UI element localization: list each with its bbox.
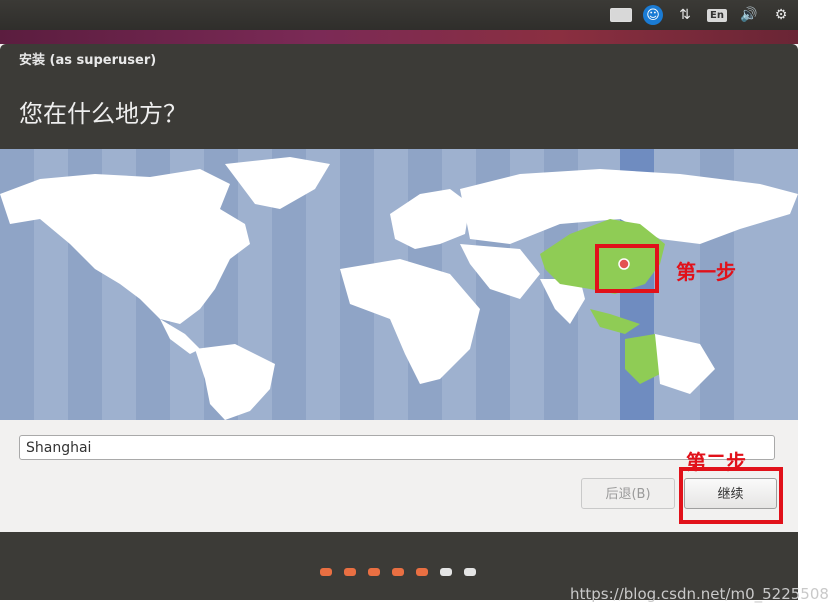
central-america	[160, 319, 200, 354]
north-america	[0, 169, 250, 324]
location-input[interactable]: Shanghai	[19, 435, 775, 460]
progress-dots	[320, 568, 476, 576]
language-indicator[interactable]: En	[706, 4, 728, 26]
southeast-asia-highlighted	[590, 309, 640, 334]
installer-window: 安装 (as superuser) 您在什么地方？ Shanghai 后退(B)…	[0, 44, 798, 532]
australia-highlighted	[625, 334, 660, 384]
australia-west	[655, 334, 715, 394]
europe	[390, 189, 470, 249]
greenland	[225, 157, 330, 209]
network-icon[interactable]: ⇅	[674, 4, 696, 26]
language-label: En	[707, 8, 727, 22]
power-gear-icon[interactable]: ⚙	[770, 4, 792, 26]
step1-annotation: 第一步	[676, 260, 736, 284]
keyboard-icon[interactable]	[610, 4, 632, 26]
accessibility-icon[interactable]: ☺	[642, 4, 664, 26]
progress-dot-pending	[440, 568, 452, 576]
top-panel: ☺ ⇅ En 🔊 ⚙	[0, 0, 798, 30]
africa	[340, 259, 480, 384]
step1-highlight-box	[595, 244, 659, 293]
back-button[interactable]: 后退(B)	[581, 478, 675, 509]
progress-dot-done	[416, 568, 428, 576]
window-header: 安装 (as superuser) 您在什么地方？	[0, 44, 798, 149]
progress-dot-done	[344, 568, 356, 576]
progress-dot-pending	[464, 568, 476, 576]
volume-icon[interactable]: 🔊	[738, 4, 760, 26]
progress-dot-done	[368, 568, 380, 576]
progress-dot-done	[320, 568, 332, 576]
desktop-background	[0, 30, 798, 44]
window-title: 安装 (as superuser)	[19, 53, 157, 68]
middle-east	[460, 244, 540, 299]
page-margin	[798, 0, 828, 615]
page-title: 您在什么地方？	[19, 100, 187, 128]
indicator-area: ☺ ⇅ En 🔊 ⚙	[610, 4, 792, 26]
step2-highlight-box	[679, 467, 783, 524]
south-america	[195, 344, 275, 420]
watermark-text: https://blog.csdn.net/m0_52255087	[570, 585, 828, 603]
progress-dot-done	[392, 568, 404, 576]
